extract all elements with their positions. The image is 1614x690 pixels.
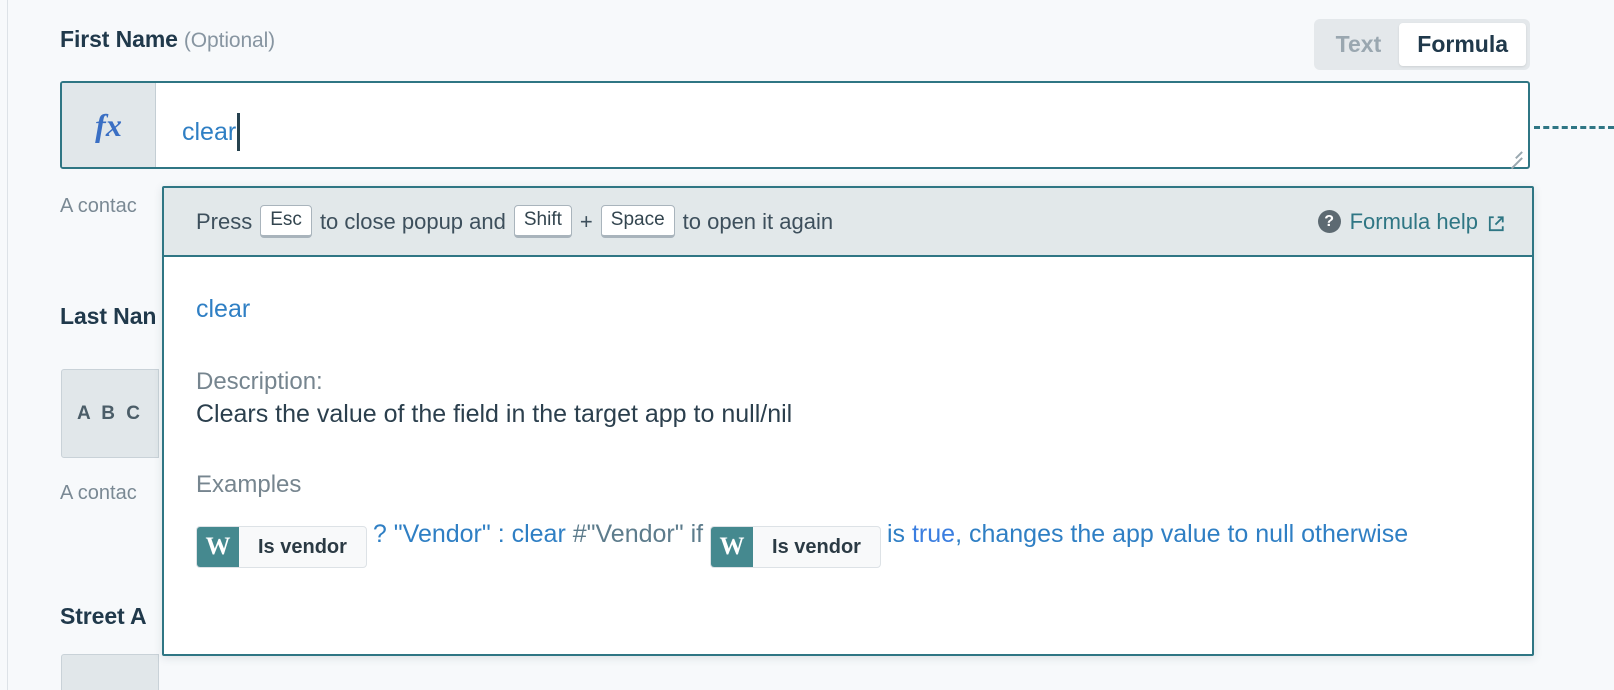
kbd-shift: Shift <box>513 205 572 238</box>
hint-tail: to open it again <box>682 208 834 234</box>
token-field-label: Is vendor <box>772 536 861 558</box>
resize-handle-icon[interactable] <box>1504 144 1523 169</box>
field-street-address-label: Street A <box>60 603 147 629</box>
description-text: Clears the value of the field in the tar… <box>196 400 793 428</box>
hint-mid: to close popup and <box>319 208 506 234</box>
example-segment-5: , changes the app value to null otherwis… <box>955 520 1409 548</box>
mode-toggle-group[interactable]: Text Formula <box>1313 19 1530 70</box>
example-segment-true: true <box>911 520 956 548</box>
token-field-label: Is vendor <box>258 536 347 558</box>
external-link-icon <box>1487 213 1505 231</box>
formula-input-value: clear <box>182 118 237 146</box>
example-segment-2: #"Vendor" if <box>572 520 704 548</box>
hint-plus: + <box>579 208 593 234</box>
field-last-name-label: Last Nan <box>60 303 157 329</box>
formula-textarea[interactable]: clear <box>156 83 1528 169</box>
dashed-connector-line <box>1534 126 1614 129</box>
hint-press: Press <box>196 208 253 234</box>
formula-input-row[interactable]: fx clear <box>60 81 1530 169</box>
first-name-label-text: First Name <box>60 26 178 52</box>
formula-help-popup: Press Esc to close popup and Shift + Spa… <box>162 186 1534 656</box>
example-expression: W Is vendor ? "Vendor" : clear #"Vendor"… <box>196 511 1502 568</box>
example-segment-1: ? "Vendor" : clear <box>372 520 566 548</box>
first-name-help-text: A contac <box>60 195 137 217</box>
formula-help-label: Formula help <box>1349 208 1478 234</box>
function-name: clear <box>196 295 251 323</box>
token-app-badge-icon: W <box>197 527 239 567</box>
last-name-type-badge: A B C <box>61 369 159 458</box>
kbd-esc: Esc <box>260 205 312 238</box>
formula-help-link[interactable]: ? Formula help <box>1317 208 1505 235</box>
tab-formula[interactable]: Formula <box>1399 23 1526 66</box>
example-segment-3: is <box>886 520 906 548</box>
fx-icon[interactable]: fx <box>62 83 156 167</box>
tab-text[interactable]: Text <box>1318 23 1400 66</box>
examples-heading: Examples <box>196 471 302 498</box>
question-mark-icon: ? <box>1317 210 1341 233</box>
street-address-type-badge <box>61 654 159 690</box>
popup-header: Press Esc to close popup and Shift + Spa… <box>164 188 1532 257</box>
field-first-name-label: First Name (Optional) <box>60 26 275 53</box>
token-app-badge-icon: W <box>711 527 754 567</box>
description-heading: Description: <box>196 368 323 395</box>
popup-body: clear Description: Clears the value of t… <box>164 257 1532 654</box>
first-name-optional-tag: (Optional) <box>183 29 276 52</box>
field-token-chip[interactable]: W Is vendor <box>710 526 881 568</box>
kbd-space: Space <box>600 205 675 238</box>
text-cursor <box>237 113 241 151</box>
field-token-chip[interactable]: W Is vendor <box>196 526 367 568</box>
last-name-help-text: A contac <box>60 482 137 504</box>
keyboard-hint: Press Esc to close popup and Shift + Spa… <box>196 205 833 238</box>
